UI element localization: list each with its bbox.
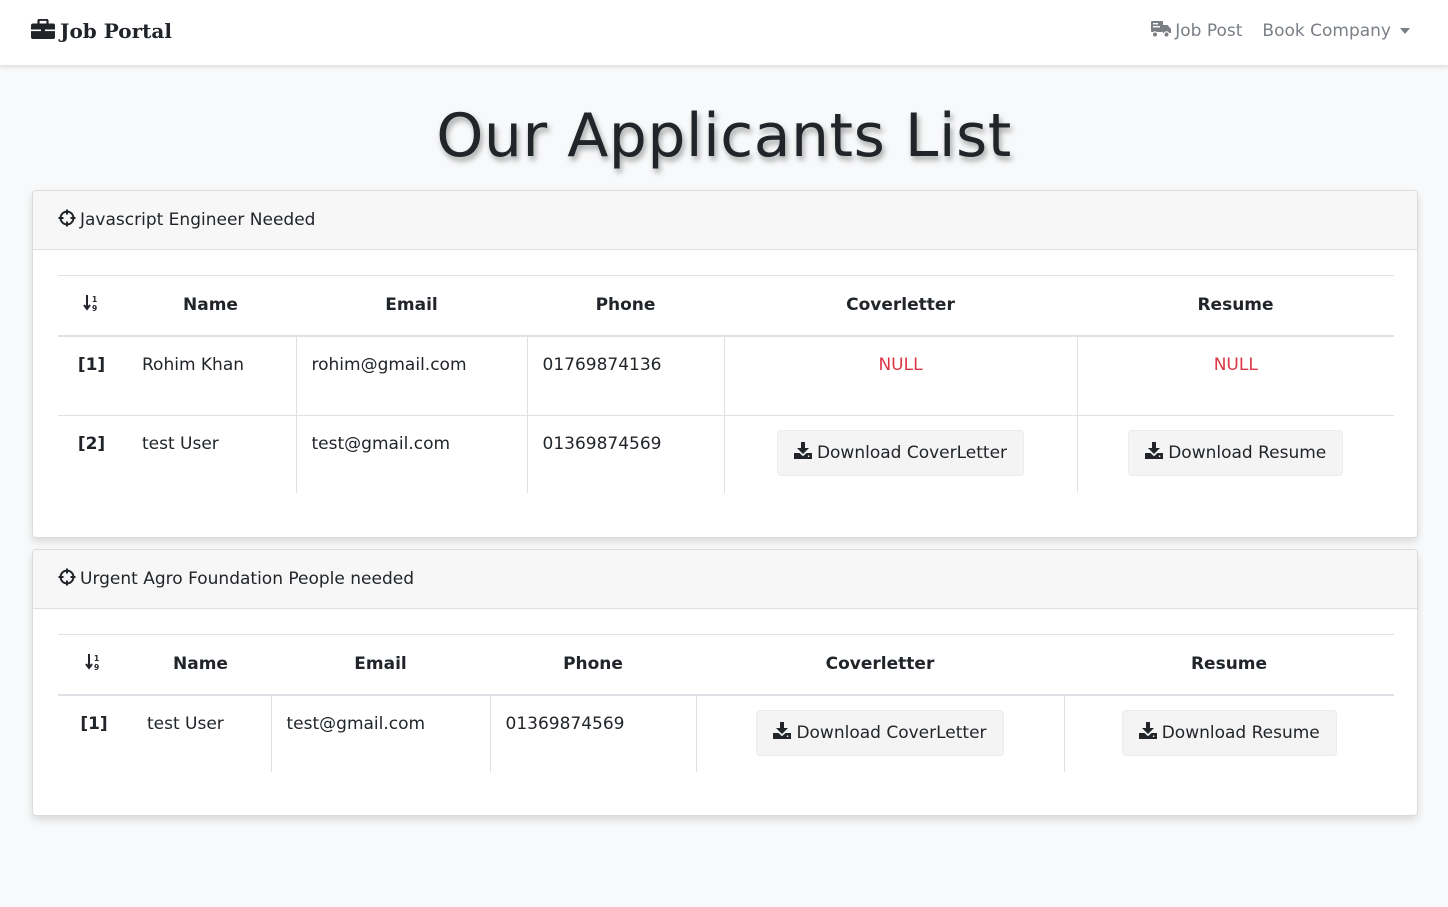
row-index: [1] <box>80 713 108 734</box>
table-row: [1] test User test@gmail.com 01369874569 <box>58 694 1394 772</box>
sort-column-header[interactable]: 1 9 <box>58 275 125 337</box>
email-column-header: Email <box>271 634 490 696</box>
job-card: Urgent Agro Foundation People needed 1 9 <box>32 549 1418 816</box>
applicant-email: test@gmail.com <box>270 694 490 772</box>
download-icon <box>793 442 817 464</box>
nav-job-post-label: Job Post <box>1175 21 1243 41</box>
job-card: Javascript Engineer Needed 1 9 Name Emai… <box>32 190 1418 538</box>
row-index: [1] <box>58 335 125 416</box>
nav-book-company-dropdown[interactable]: Book Company <box>1262 21 1410 41</box>
name-column-header: Name <box>125 275 296 337</box>
applicant-phone: 01769874136 <box>526 335 724 416</box>
svg-text:9: 9 <box>94 663 99 671</box>
name-column-header: Name <box>130 634 271 696</box>
crosshairs-icon <box>58 209 80 232</box>
briefcase-icon <box>31 18 60 44</box>
applicant-phone: 01369874569 <box>526 415 724 493</box>
coverletter-column-header: Coverletter <box>724 275 1077 337</box>
coverletter-cell: Download CoverLetter <box>695 694 1064 772</box>
coverletter-cell: NULL <box>723 335 1077 416</box>
applicant-email: test@gmail.com <box>295 415 527 493</box>
page-title: Our Applicants List <box>436 101 1012 171</box>
download-coverletter-label: Download CoverLetter <box>796 722 987 743</box>
row-index: [2] <box>77 434 106 454</box>
applicants-table: 1 9 Name Email Phone Coverletter Resume … <box>58 275 1394 493</box>
job-card-header: Javascript Engineer Needed <box>33 191 1417 250</box>
resume-cell: Download Resume <box>1063 694 1394 772</box>
job-title: Urgent Agro Foundation People needed <box>80 569 414 589</box>
table-row: [1] Rohim Khan rohim@gmail.com 017698741… <box>58 335 1394 416</box>
shipping-icon <box>1150 20 1175 43</box>
svg-text:9: 9 <box>92 304 97 312</box>
resume-column-header: Resume <box>1077 275 1394 337</box>
download-coverletter-label: Download CoverLetter <box>816 443 1008 463</box>
nav-job-post-link[interactable]: Job Post <box>1150 20 1242 43</box>
brand-text: Job Portal <box>60 19 172 43</box>
coverletter-null: NULL <box>878 354 923 375</box>
download-coverletter-button[interactable]: Download CoverLetter <box>756 709 1004 756</box>
download-icon <box>1138 721 1162 744</box>
caret-down-icon <box>1400 28 1410 34</box>
nav-book-company-label: Book Company <box>1262 21 1391 41</box>
coverletter-column-header: Coverletter <box>696 634 1064 696</box>
coverletter-cell: Download CoverLetter <box>723 415 1077 493</box>
job-card-header: Urgent Agro Foundation People needed <box>33 550 1417 609</box>
applicant-name: Rohim Khan <box>125 335 296 416</box>
download-resume-label: Download Resume <box>1168 443 1327 463</box>
navbar: Job Portal Job Post Book Company <box>0 0 1448 66</box>
download-resume-button[interactable]: Download Resume <box>1128 430 1344 476</box>
sort-numeric-down-icon: 1 9 <box>85 653 103 676</box>
download-coverletter-button[interactable]: Download CoverLetter <box>776 430 1025 476</box>
sort-column-header[interactable]: 1 9 <box>58 634 130 696</box>
table-row: [2] test User test@gmail.com 01369874569 <box>58 415 1394 493</box>
phone-column-header: Phone <box>527 275 724 337</box>
download-resume-button[interactable]: Download Resume <box>1121 709 1337 756</box>
applicant-name: test User <box>142 434 219 454</box>
download-icon <box>1145 442 1168 464</box>
phone-column-header: Phone <box>490 634 696 696</box>
resume-null: NULL <box>1213 354 1258 375</box>
resume-cell: Download Resume <box>1076 415 1394 493</box>
brand-link[interactable]: Job Portal <box>31 17 172 45</box>
job-title: Javascript Engineer Needed <box>80 210 316 230</box>
svg-text:1: 1 <box>94 654 99 663</box>
resume-cell: NULL <box>1076 335 1394 416</box>
job-card-body: 1 9 Name Email Phone Coverletter Resume … <box>33 609 1417 772</box>
sort-numeric-down-icon: 1 9 <box>82 294 101 317</box>
applicant-phone: 01369874569 <box>489 694 696 772</box>
applicant-email: rohim@gmail.com <box>295 335 527 416</box>
table-header-row: 1 9 Name Email Phone Coverletter Resume <box>58 634 1394 696</box>
navbar-right: Job Post Book Company <box>1150 18 1410 44</box>
crosshairs-icon <box>58 568 80 591</box>
email-column-header: Email <box>296 275 527 337</box>
job-card-body: 1 9 Name Email Phone Coverletter Resume … <box>33 250 1417 493</box>
download-icon <box>773 721 796 744</box>
applicant-name: test User <box>147 713 224 734</box>
table-header-row: 1 9 Name Email Phone Coverletter Resume <box>58 275 1394 337</box>
download-resume-label: Download Resume <box>1161 722 1320 743</box>
resume-column-header: Resume <box>1064 634 1394 696</box>
applicants-table: 1 9 Name Email Phone Coverletter Resume … <box>58 634 1394 772</box>
svg-text:1: 1 <box>92 295 97 304</box>
